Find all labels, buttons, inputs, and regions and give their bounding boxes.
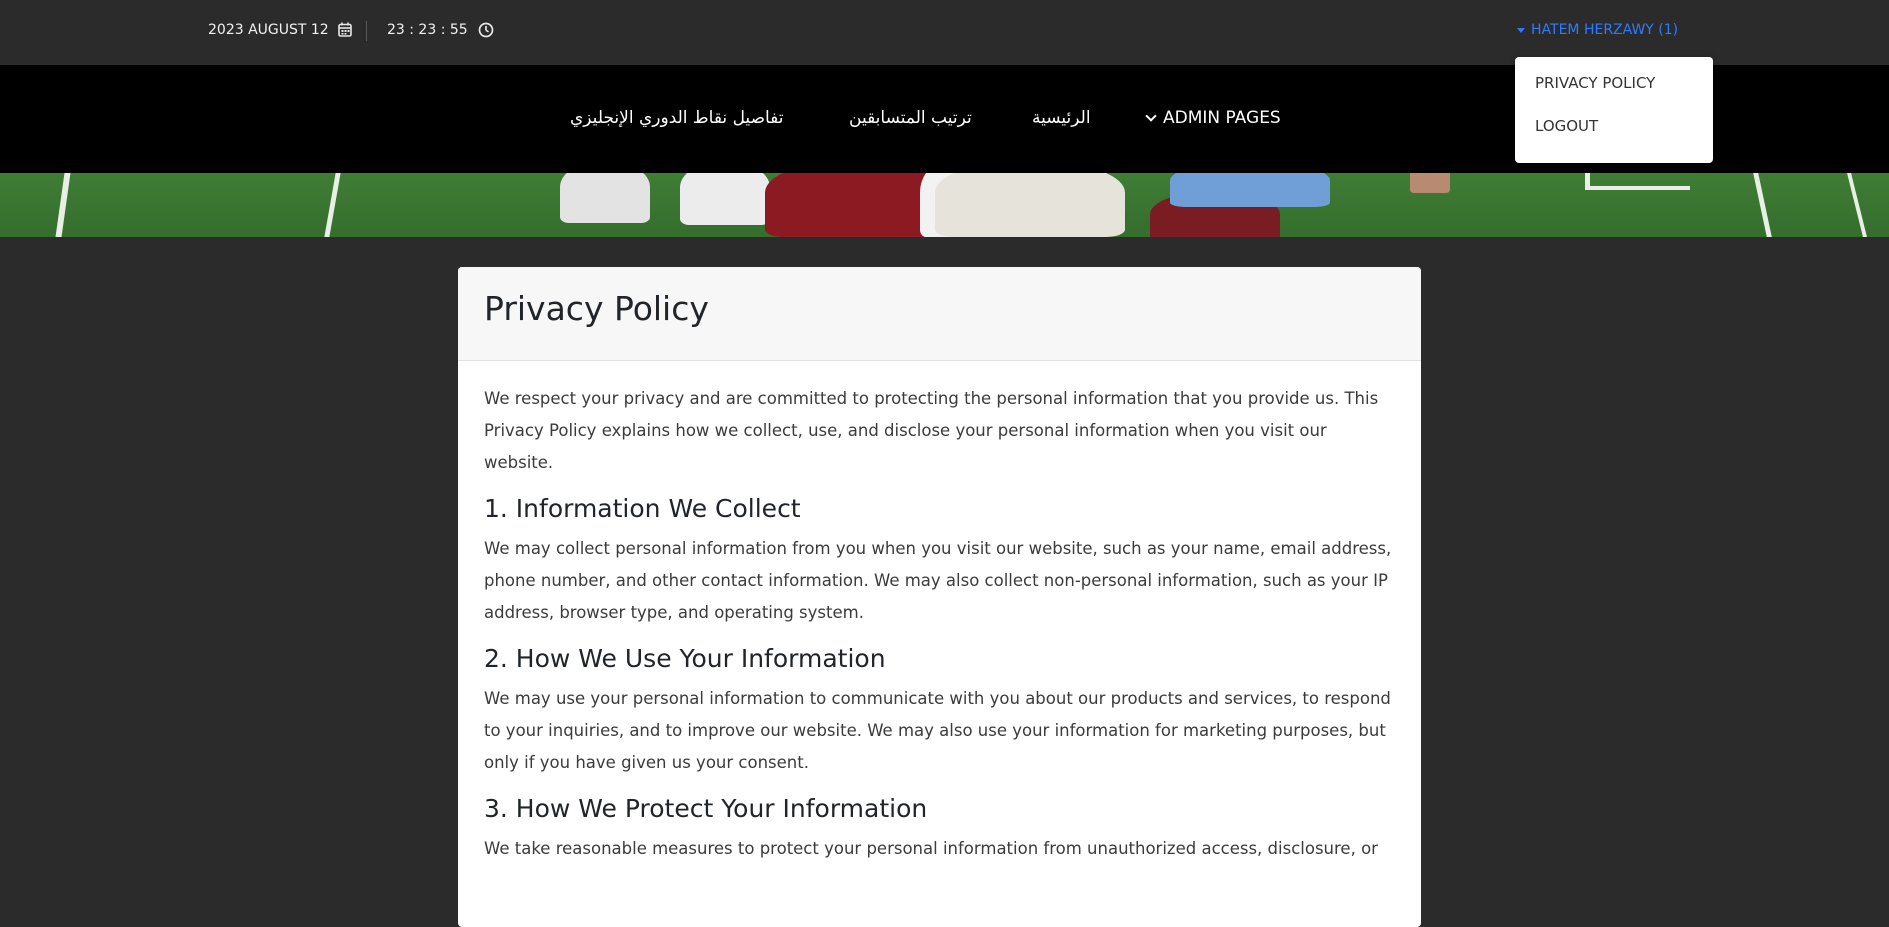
time-display: 23 : 23 : 55 [387,22,494,38]
user-menu-toggle[interactable]: HATEM HERZAWY (1) [1517,22,1678,38]
nav-item-home[interactable]: الرئيسية [1032,108,1091,128]
card-body: We respect your privacy and are committe… [458,361,1421,901]
player-figure [765,173,945,237]
top-info-bar: 2023 AUGUST 12 23 : 23 : 55 HATEM HERZAW… [0,0,1889,65]
player-figure [560,173,650,223]
section-text: We may collect personal information from… [484,539,1392,622]
intro-paragraph: We respect your privacy and are committe… [484,389,1379,472]
user-dropdown-menu: PRIVACY POLICY LOGOUT [1515,57,1713,163]
caret-down-icon [1517,27,1525,33]
topbar-divider [366,21,367,41]
pitch-line [55,173,71,237]
date-text: 2023 AUGUST 12 [208,22,329,38]
pitch-line [324,173,341,237]
menu-item-logout[interactable]: LOGOUT [1515,119,1713,162]
date-display: 2023 AUGUST 12 [208,22,354,38]
page-title: Privacy Policy [484,289,709,328]
section-text: We take reasonable measures to protect y… [484,839,1378,858]
nav-item-admin-pages[interactable]: ADMIN PAGES [1145,108,1281,128]
player-figure [680,173,770,225]
pitch-line [1585,186,1690,190]
hero-banner-image [0,173,1889,237]
player-figure [935,173,1125,237]
pitch-line [1753,173,1772,237]
nav-item-standings[interactable]: ترتيب المتسابقين [849,108,972,128]
chevron-down-icon [1145,109,1157,122]
clock-icon [478,22,494,38]
menu-item-privacy-policy[interactable]: PRIVACY POLICY [1515,76,1713,119]
section-heading: 1. Information We Collect [484,494,801,523]
player-figure [1410,173,1450,193]
section-text: We may use your personal information to … [484,689,1391,772]
user-name: HATEM HERZAWY (1) [1531,22,1679,38]
section-heading: 3. How We Protect Your Information [484,794,928,823]
player-figure [1170,173,1330,207]
calendar-icon [337,22,354,38]
time-text: 23 : 23 : 55 [387,22,468,38]
admin-pages-label: ADMIN PAGES [1163,108,1281,128]
pitch-line [1847,173,1867,237]
card-header: Privacy Policy [458,267,1421,361]
section-heading: 2. How We Use Your Information [484,644,886,673]
privacy-policy-card: Privacy Policy We respect your privacy a… [458,267,1421,927]
nav-item-league-points[interactable]: تفاصيل نقاط الدوري الإنجليزي [570,108,784,128]
